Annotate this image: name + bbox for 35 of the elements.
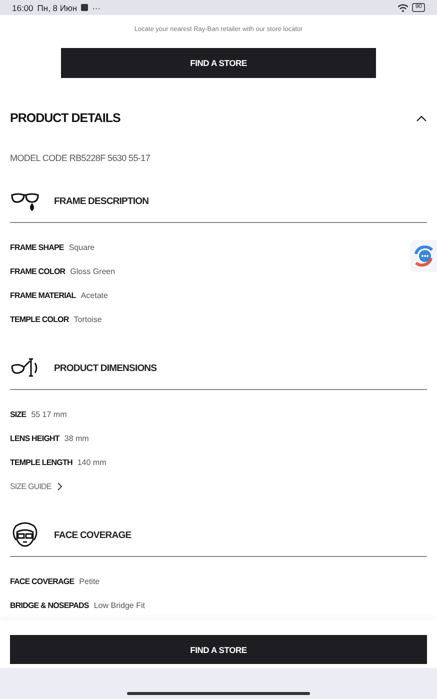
- spec-value: Low Bridge Fit: [94, 600, 145, 610]
- spec-value: 140 mm: [77, 458, 106, 466]
- overflow-indicator: ···: [92, 2, 101, 12]
- spec-value: 55 17 mm: [31, 410, 67, 418]
- spec-label: FRAME COLOR: [10, 266, 66, 276]
- chevron-right-icon: [57, 482, 64, 490]
- spec-label: FRAME MATERIAL: [10, 290, 76, 300]
- section-heading: FRAME DESCRIPTION: [54, 196, 149, 206]
- spec-label: LENS HEIGHT: [10, 434, 60, 442]
- chat-widget-icon[interactable]: [410, 240, 437, 272]
- wifi-icon: [398, 4, 408, 12]
- model-code: MODEL CODE RB5228F 5630 55-17: [10, 152, 152, 164]
- spec-value: 38 mm: [64, 434, 89, 442]
- spec-value: Gloss Green: [70, 266, 116, 276]
- spec-value: Petite: [79, 576, 100, 586]
- status-date: Пн, 8 Июн: [37, 2, 78, 12]
- spec-label: TEMPLE LENGTH: [10, 458, 72, 466]
- section-heading: PRODUCT DIMENSIONS: [54, 362, 157, 374]
- section-title: PRODUCT DETAILS: [10, 111, 120, 125]
- find-store-button[interactable]: FIND A STORE: [61, 48, 376, 78]
- spec-label: SIZE: [10, 410, 26, 418]
- section-heading: FACE COVERAGE: [54, 530, 132, 540]
- size-guide-link[interactable]: SIZE GUIDE: [10, 474, 427, 498]
- notification-icon: [81, 4, 88, 11]
- status-time: 16:00: [12, 2, 34, 12]
- spec-value: Square: [68, 242, 95, 252]
- find-store-button[interactable]: FIND A STORE: [10, 635, 427, 664]
- spec-label: FRAME SHAPE: [10, 242, 64, 252]
- chevron-up-icon[interactable]: [416, 114, 427, 122]
- spec-label: BRIDGE & NOSEPADS: [10, 600, 89, 610]
- spec-label: FACE COVERAGE: [10, 576, 74, 586]
- spec-value: Acetate: [80, 290, 108, 300]
- glasses-ruler-icon: [10, 357, 40, 379]
- spec-value: Tortoise: [74, 314, 102, 324]
- spec-label: TEMPLE COLOR: [10, 314, 69, 324]
